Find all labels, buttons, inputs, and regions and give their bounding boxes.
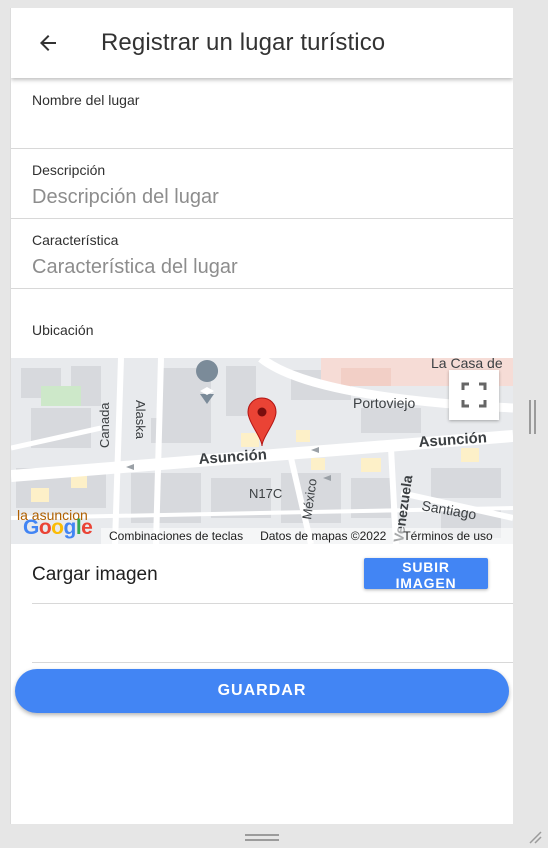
image-preview-area <box>32 604 513 663</box>
name-label: Nombre del lugar <box>32 92 140 108</box>
map-label-alaska: Alaska <box>133 400 148 440</box>
page-title: Registrar un lugar turístico <box>101 29 386 56</box>
app-frame: Registrar un lugar turístico Nombre del … <box>10 8 513 824</box>
name-input[interactable] <box>32 114 482 140</box>
vertical-resize-handle[interactable] <box>528 400 536 434</box>
name-field: Nombre del lugar <box>11 78 513 149</box>
resize-corner-icon[interactable] <box>528 830 542 844</box>
arrow-left-icon <box>40 35 56 51</box>
feature-field: Característica <box>11 219 513 289</box>
save-button[interactable]: GUARDAR <box>15 669 509 713</box>
map-footer: Combinaciones de teclas Datos de mapas ©… <box>101 528 513 544</box>
location-label: Ubicación <box>32 322 94 338</box>
upload-image-button[interactable]: SUBIR IMAGEN <box>364 558 488 591</box>
feature-label: Característica <box>32 232 119 248</box>
map-view[interactable]: La Casa de Portoviejo Asunción Asunción … <box>11 358 513 544</box>
fullscreen-icon <box>461 382 487 408</box>
horizontal-resize-handle[interactable] <box>245 834 279 842</box>
map-label-n17c: N17C <box>249 486 282 501</box>
map-label-canada: Canada <box>97 402 112 448</box>
fullscreen-button[interactable] <box>449 370 499 420</box>
description-input[interactable] <box>32 184 482 210</box>
map-label-portoviejo: Portoviejo <box>353 395 415 411</box>
google-logo: Google <box>23 516 93 539</box>
back-button[interactable] <box>33 28 63 58</box>
image-upload-row: Cargar imagen SUBIR IMAGEN <box>32 544 513 604</box>
description-label: Descripción <box>32 162 106 178</box>
map-data-text: Datos de mapas ©2022 <box>260 529 387 543</box>
image-label: Cargar imagen <box>32 564 158 585</box>
terms-link[interactable]: Términos de uso <box>403 529 492 543</box>
description-field: Descripción <box>11 149 513 219</box>
app-bar: Registrar un lugar turístico <box>11 8 513 78</box>
feature-input[interactable] <box>32 254 482 280</box>
keyboard-shortcuts-link[interactable]: Combinaciones de teclas <box>109 529 243 543</box>
